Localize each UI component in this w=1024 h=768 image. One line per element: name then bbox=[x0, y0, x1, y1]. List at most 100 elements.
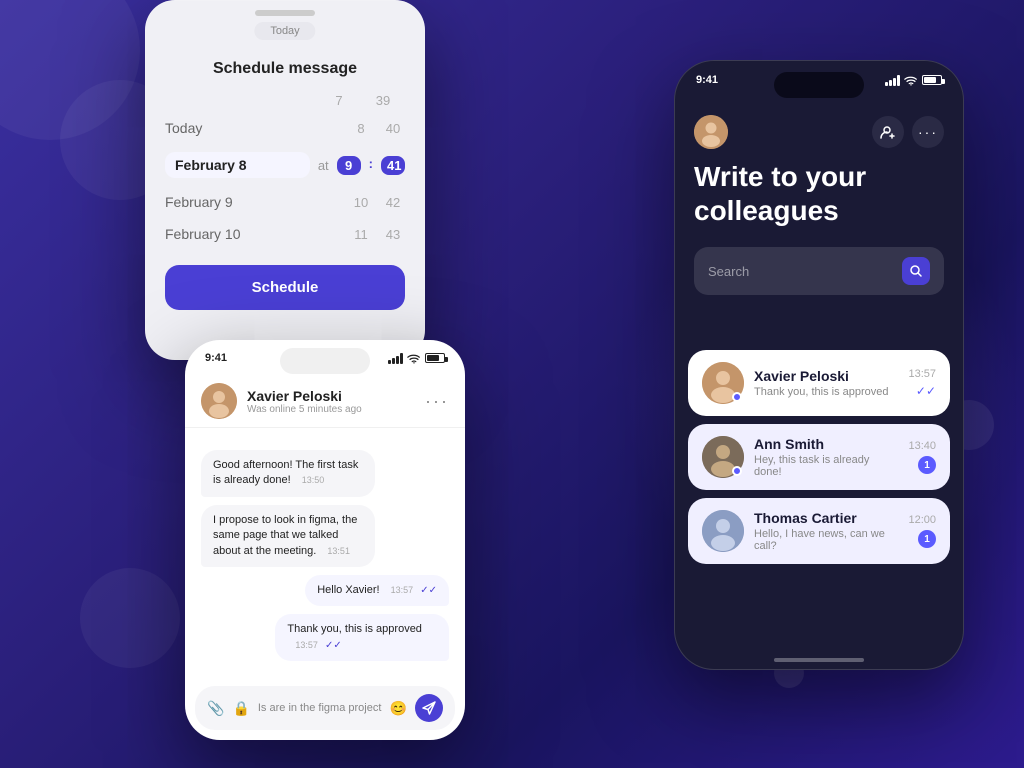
contacts-signal bbox=[885, 74, 900, 86]
attachment-icon: 📎 bbox=[207, 700, 224, 717]
chat-contact-status: Was online 5 minutes ago bbox=[247, 404, 425, 415]
chat-header: Xavier Peloski Was online 5 minutes ago … bbox=[185, 375, 465, 428]
send-button[interactable] bbox=[415, 694, 443, 722]
today-num-2: 40 bbox=[381, 121, 405, 136]
today-label: Today bbox=[270, 25, 299, 37]
at-label: at bbox=[318, 158, 329, 173]
ann-info: Ann Smith Hey, this task is already done… bbox=[754, 436, 898, 478]
feb9-nums: 10 42 bbox=[349, 195, 405, 210]
date-feb8: February 8 bbox=[165, 152, 310, 178]
feb9-num-2: 42 bbox=[381, 195, 405, 210]
msg-text-3: Hello Xavier! bbox=[317, 584, 379, 596]
date-feb10: February 10 bbox=[165, 226, 349, 242]
contacts-hero: Write to your colleagues Search bbox=[674, 160, 964, 315]
msg-time-4: 13:57 bbox=[295, 640, 318, 650]
thomas-unread-badge: 1 bbox=[918, 530, 936, 548]
contacts-status-time: 9:41 bbox=[696, 74, 718, 86]
phone-contacts: 9:41 bbox=[674, 60, 964, 670]
message-4: Thank you, this is approved 13:57 ✓✓ bbox=[201, 614, 449, 661]
ann-time: 13:40 bbox=[908, 440, 936, 452]
phone-schedule: Today Schedule message 7 39 Today 8 40 F… bbox=[145, 0, 425, 360]
feb10-num-2: 43 bbox=[381, 227, 405, 242]
ann-unread-badge: 1 bbox=[918, 456, 936, 474]
chat-input-bar[interactable]: 📎 🔒 Is are in the figma project 😊 bbox=[195, 686, 455, 730]
contact-thomas[interactable]: Thomas Cartier Hello, I have news, can w… bbox=[688, 498, 950, 564]
schedule-notch bbox=[255, 10, 315, 16]
ann-meta: 13:40 1 bbox=[908, 440, 936, 474]
bg-decor-3 bbox=[80, 568, 180, 668]
ann-name: Ann Smith bbox=[754, 436, 898, 452]
phone-chat: 9:41 Xavier Pel bbox=[185, 340, 465, 740]
thomas-info: Thomas Cartier Hello, I have news, can w… bbox=[754, 510, 898, 552]
search-placeholder: Search bbox=[708, 264, 894, 279]
contact-ann[interactable]: Ann Smith Hey, this task is already done… bbox=[688, 424, 950, 490]
msg-text-1: Good afternoon! The first task is alread… bbox=[213, 459, 358, 486]
chat-contact-avatar bbox=[201, 383, 237, 419]
schedule-row-feb10[interactable]: February 10 11 43 bbox=[165, 218, 405, 250]
chat-wifi-icon bbox=[407, 353, 421, 364]
chat-messages: Good afternoon! The first task is alread… bbox=[185, 440, 465, 680]
colon: : bbox=[369, 156, 373, 175]
chat-battery-icon bbox=[425, 353, 445, 363]
schedule-row-today[interactable]: Today 8 40 bbox=[165, 112, 405, 144]
schedule-title: Schedule message bbox=[165, 60, 405, 78]
more-options-button[interactable]: ··· bbox=[912, 116, 944, 148]
msg-read-check-3: ✓✓ bbox=[420, 585, 437, 596]
message-2: I propose to look in figma, the same pag… bbox=[201, 505, 449, 567]
chat-signal bbox=[388, 352, 403, 364]
msg-bubble-2: I propose to look in figma, the same pag… bbox=[201, 505, 375, 567]
ann-online-dot bbox=[732, 466, 742, 476]
chat-status-bar: 9:41 bbox=[185, 352, 465, 364]
msg-bubble-1: Good afternoon! The first task is alread… bbox=[201, 450, 375, 497]
search-button[interactable] bbox=[902, 257, 930, 285]
top-num-1: 7 bbox=[327, 93, 351, 108]
thomas-name: Thomas Cartier bbox=[754, 510, 898, 526]
xavier-preview: Thank you, this is approved bbox=[754, 386, 898, 398]
xavier-online-dot bbox=[732, 392, 742, 402]
msg-bubble-3: Hello Xavier! 13:57 ✓✓ bbox=[305, 575, 449, 606]
contacts-status-icons bbox=[885, 74, 942, 86]
header-actions: ··· bbox=[872, 116, 944, 148]
chat-header-info: Xavier Peloski Was online 5 minutes ago bbox=[247, 388, 425, 415]
xavier-name: Xavier Peloski bbox=[754, 368, 898, 384]
today-pill: Today bbox=[254, 22, 315, 40]
add-contacts-button[interactable] bbox=[872, 116, 904, 148]
today-num-1: 8 bbox=[349, 121, 373, 136]
top-numbers: 7 39 bbox=[165, 93, 405, 108]
bg-decor-1 bbox=[0, 0, 140, 140]
emoji-icon[interactable]: 😊 bbox=[390, 700, 407, 717]
chat-more-button[interactable]: ··· bbox=[425, 391, 449, 412]
search-bar[interactable]: Search bbox=[694, 247, 944, 295]
msg-bubble-4: Thank you, this is approved 13:57 ✓✓ bbox=[275, 614, 449, 661]
contact-xavier[interactable]: Xavier Peloski Thank you, this is approv… bbox=[688, 350, 950, 416]
msg-time-2: 13:51 bbox=[327, 546, 350, 556]
today-nums: 8 40 bbox=[349, 121, 405, 136]
feb10-num-1: 11 bbox=[349, 227, 373, 242]
feb10-nums: 11 43 bbox=[349, 227, 405, 242]
msg-read-check-4: ✓✓ bbox=[325, 640, 342, 651]
contacts-list: Xavier Peloski Thank you, this is approv… bbox=[674, 350, 964, 650]
feb8-hour: 9 bbox=[337, 156, 361, 175]
contacts-header: ··· bbox=[674, 100, 964, 159]
xavier-read-check: ✓✓ bbox=[916, 384, 936, 398]
msg-time-1: 13:50 bbox=[302, 475, 325, 485]
schedule-content: Schedule message 7 39 Today 8 40 Februar… bbox=[145, 50, 425, 335]
chat-status-time: 9:41 bbox=[205, 352, 227, 364]
xavier-info: Xavier Peloski Thank you, this is approv… bbox=[754, 368, 898, 398]
schedule-row-feb8[interactable]: February 8 at 9 : 41 bbox=[165, 144, 405, 186]
hero-title: Write to your colleagues bbox=[694, 160, 944, 227]
chat-status-icons bbox=[388, 352, 445, 364]
contacts-wifi-icon bbox=[904, 75, 918, 86]
user-avatar[interactable] bbox=[694, 115, 728, 149]
feb8-nums: 9 : 41 bbox=[337, 156, 405, 175]
thomas-avatar bbox=[702, 510, 744, 552]
msg-time-3: 13:57 bbox=[391, 585, 414, 595]
ann-preview: Hey, this task is already done! bbox=[754, 454, 898, 478]
feb9-num-1: 10 bbox=[349, 195, 373, 210]
chat-input-placeholder[interactable]: Is are in the figma project bbox=[258, 702, 382, 714]
ann-avatar bbox=[702, 436, 744, 478]
message-3: Hello Xavier! 13:57 ✓✓ bbox=[201, 575, 449, 606]
thomas-preview: Hello, I have news, can we call? bbox=[754, 528, 898, 552]
schedule-row-feb9[interactable]: February 9 10 42 bbox=[165, 186, 405, 218]
schedule-button[interactable]: Schedule bbox=[165, 265, 405, 310]
